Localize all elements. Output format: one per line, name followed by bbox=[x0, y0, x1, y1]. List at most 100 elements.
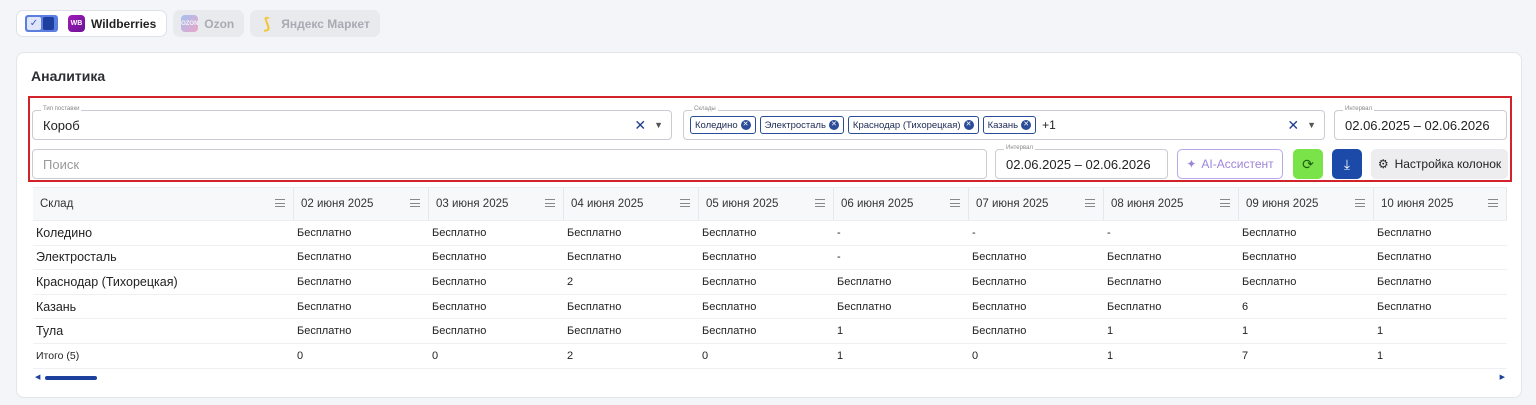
table-cell: - bbox=[837, 226, 841, 239]
chip-label: Казань bbox=[987, 119, 1019, 131]
table-row: Тула Бесплатно Бесплатно Бесплатно Бесплатно… bbox=[33, 319, 1507, 344]
column-menu-icon[interactable] bbox=[815, 199, 825, 207]
column-header[interactable]: 08 июня 2025 bbox=[1104, 188, 1239, 220]
warehouse-chip[interactable]: Краснодар (Тихорецкая) ✕ bbox=[847, 116, 979, 134]
table-cell: 0 bbox=[297, 349, 304, 362]
table-cell: 1 bbox=[1377, 325, 1384, 338]
scroll-left-icon[interactable]: ◀ bbox=[35, 373, 40, 381]
scrollbar-thumb[interactable] bbox=[45, 376, 97, 380]
interval-field-top[interactable]: Интервал 02.06.2025 – 02.06.2026 bbox=[1334, 104, 1507, 140]
table-cell: Бесплатно bbox=[1107, 275, 1162, 288]
warehouse-cell: Казань bbox=[36, 299, 77, 314]
table-cell: Бесплатно bbox=[702, 226, 757, 239]
column-header[interactable]: 03 июня 2025 bbox=[429, 188, 564, 220]
table-cell: Бесплатно bbox=[837, 300, 892, 313]
table-cell: Бесплатно bbox=[567, 300, 622, 313]
table-cell: 6 bbox=[1242, 300, 1249, 313]
search-input[interactable]: Поиск bbox=[32, 149, 987, 179]
marketplace-tab-wildberries[interactable]: ✓ WB Wildberries bbox=[16, 10, 168, 37]
clear-icon[interactable]: ✕ bbox=[1287, 117, 1299, 134]
download-button[interactable]: ⤓ bbox=[1332, 149, 1362, 179]
table-cell: Бесплатно bbox=[1242, 251, 1297, 264]
interval-value: 02.06.2025 – 02.06.2026 bbox=[1345, 117, 1490, 133]
column-header[interactable]: 09 июня 2025 bbox=[1239, 188, 1374, 220]
table-cell: Бесплатно bbox=[702, 300, 757, 313]
table-cell: 1 bbox=[837, 349, 844, 362]
marketplace-tab-yandex-market[interactable]: ⟆ Яндекс Маркет bbox=[250, 10, 380, 37]
ai-assistant-button[interactable]: ✦ AI-Ассистент bbox=[1177, 149, 1283, 179]
refresh-icon: ⟳ bbox=[1302, 155, 1314, 172]
interval-value: 02.06.2025 – 02.06.2026 bbox=[1006, 156, 1151, 172]
table-cell: 2 bbox=[567, 275, 574, 288]
warehouse-chip[interactable]: Электросталь ✕ bbox=[759, 116, 844, 134]
table-row: Электросталь Бесплатно Бесплатно Бесплатно Б… bbox=[33, 246, 1507, 271]
table-cell: Бесплатно bbox=[1377, 251, 1432, 264]
marketplace-toggle[interactable]: ✓ bbox=[25, 15, 58, 32]
clear-icon[interactable]: ✕ bbox=[634, 117, 646, 134]
table-cell: 7 bbox=[1242, 349, 1249, 362]
column-menu-icon[interactable] bbox=[1488, 199, 1498, 207]
column-header[interactable]: 10 июня 2025 bbox=[1374, 188, 1507, 220]
warehouses-select[interactable]: Склады Коледино ✕ Электросталь ✕ Краснодар… bbox=[683, 104, 1325, 140]
interval-field[interactable]: Интервал 02.06.2025 – 02.06.2026 bbox=[995, 143, 1168, 179]
table-cell: Бесплатно bbox=[972, 275, 1027, 288]
column-header[interactable]: 02 июня 2025 bbox=[294, 188, 429, 220]
column-menu-icon[interactable] bbox=[1355, 199, 1365, 207]
marketplace-tab-ozon[interactable]: OZON Ozon bbox=[173, 10, 245, 37]
chip-remove-icon[interactable]: ✕ bbox=[1021, 120, 1032, 130]
table-body: Коледино Бесплатно Бесплатно Бесплатно Беспл… bbox=[33, 221, 1507, 369]
column-menu-icon[interactable] bbox=[950, 199, 960, 207]
warehouse-chip[interactable]: Казань ✕ bbox=[982, 116, 1037, 134]
download-icon: ⤓ bbox=[1343, 155, 1351, 172]
chevron-down-icon[interactable]: ▼ bbox=[1307, 120, 1316, 130]
table-cell: Бесплатно bbox=[1242, 275, 1297, 288]
table-cell: Бесплатно bbox=[702, 251, 757, 264]
chevron-down-icon[interactable]: ▼ bbox=[654, 120, 663, 130]
column-header[interactable]: Склад bbox=[33, 188, 294, 220]
table-cell: Бесплатно bbox=[972, 325, 1027, 338]
column-settings-button[interactable]: ⚙ Настройка колонок bbox=[1371, 149, 1508, 179]
table-cell: Бесплатно bbox=[567, 251, 622, 264]
chip-label: Электросталь bbox=[764, 119, 826, 131]
column-menu-icon[interactable] bbox=[1220, 199, 1230, 207]
supply-type-select[interactable]: Тип поставки Короб ✕ ▼ bbox=[32, 104, 672, 140]
column-menu-icon[interactable] bbox=[545, 199, 555, 207]
table-cell: 1 bbox=[1107, 349, 1114, 362]
table-cell: Бесплатно bbox=[432, 251, 487, 264]
table-cell: Бесплатно bbox=[972, 251, 1027, 264]
column-header[interactable]: 05 июня 2025 bbox=[699, 188, 834, 220]
table-cell: Бесплатно bbox=[567, 325, 622, 338]
column-header-label: 02 июня 2025 bbox=[301, 198, 374, 210]
column-header[interactable]: 07 июня 2025 bbox=[969, 188, 1104, 220]
warehouse-chip[interactable]: Коледино ✕ bbox=[690, 116, 756, 134]
refresh-button[interactable]: ⟳ bbox=[1293, 149, 1323, 179]
horizontal-scrollbar[interactable]: ◀ ▶ bbox=[33, 373, 1507, 381]
column-header[interactable]: 04 июня 2025 bbox=[564, 188, 699, 220]
table-cell: Бесплатно bbox=[972, 300, 1027, 313]
column-header[interactable]: 06 июня 2025 bbox=[834, 188, 969, 220]
chip-remove-icon[interactable]: ✕ bbox=[740, 120, 751, 130]
table-cell: Бесплатно bbox=[1107, 251, 1162, 264]
check-icon: ✓ bbox=[27, 17, 41, 30]
table-cell: Бесплатно bbox=[1377, 275, 1432, 288]
gear-icon: ⚙ bbox=[1377, 157, 1389, 171]
column-header-label: 07 июня 2025 bbox=[976, 198, 1049, 210]
page-title: Аналитика bbox=[31, 68, 106, 84]
column-menu-icon[interactable] bbox=[1085, 199, 1095, 207]
column-menu-icon[interactable] bbox=[680, 199, 690, 207]
table-cell: Бесплатно bbox=[297, 325, 352, 338]
column-menu-icon[interactable] bbox=[410, 199, 420, 207]
scroll-right-icon[interactable]: ▶ bbox=[1500, 373, 1505, 381]
table-cell: Бесплатно bbox=[1377, 300, 1432, 313]
table-cell: 0 bbox=[972, 349, 979, 362]
chip-remove-icon[interactable]: ✕ bbox=[828, 120, 839, 130]
column-header-label: 10 июня 2025 bbox=[1381, 198, 1454, 210]
column-menu-icon[interactable] bbox=[275, 199, 285, 207]
warehouse-cell: Краснодар (Тихорецкая) bbox=[36, 274, 178, 289]
chip-remove-icon[interactable]: ✕ bbox=[963, 120, 974, 130]
table-cell: Бесплатно bbox=[432, 300, 487, 313]
yandex-market-logo-icon: ⟆ bbox=[263, 15, 271, 33]
table-cell: Бесплатно bbox=[1242, 226, 1297, 239]
table-cell: Бесплатно bbox=[702, 275, 757, 288]
warehouse-cell: Итого (5) bbox=[36, 349, 80, 362]
